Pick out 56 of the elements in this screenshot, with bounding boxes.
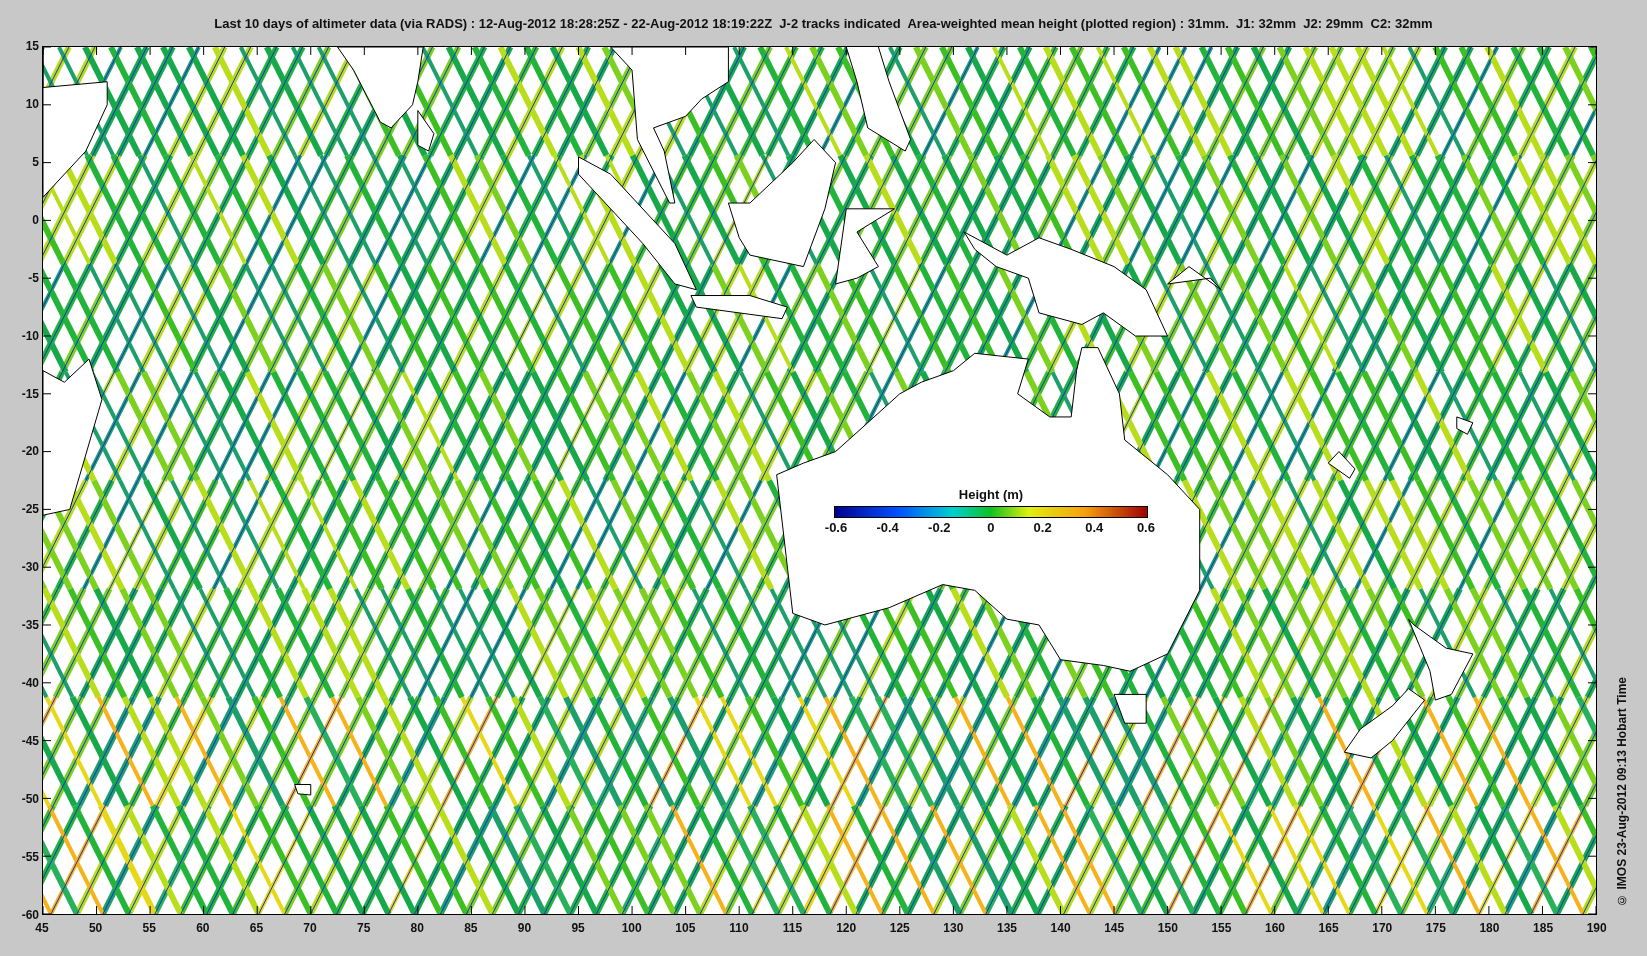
latitude-tick-label: -20 [20, 444, 39, 459]
latitude-tick-label: -5 [27, 270, 39, 285]
latitude-tick-label: -55 [20, 849, 39, 864]
longitude-tick-label: 85 [463, 921, 479, 935]
colorbar-tick-label: -0.2 [927, 521, 952, 535]
latitude-tick-label: -25 [20, 502, 39, 517]
longitude-tick-label: 125 [888, 921, 911, 935]
latitude-tick-label: -15 [20, 386, 39, 401]
longitude-tick-label: 150 [1156, 921, 1179, 935]
longitude-tick-label: 185 [1532, 921, 1555, 935]
colorbar-tick-label: 0.4 [1084, 521, 1105, 535]
latitude-tick-label: 0 [31, 212, 39, 227]
longitude-tick-label: 60 [195, 921, 211, 935]
latitude-tick-label: -45 [20, 734, 39, 749]
plot-title: Last 10 days of altimeter data (via RADS) : 12-Aug-2012 18:28:25Z - 22-Aug-2012 18:19:22Z J-2 tracks indicated Area-weighted mean height (plotted region) : 31mm. J1: 32mm J2: 29mm C2: 32mm [214, 15, 1433, 31]
longitude-tick-label: 130 [942, 921, 965, 935]
latitude-tick-label: -60 [20, 907, 39, 922]
longitude-tick-label: 95 [570, 921, 586, 935]
latitude-tick-label: -40 [20, 676, 39, 691]
longitude-tick-label: 175 [1424, 921, 1447, 935]
copyright-note: © IMOS 23-Aug-2012 09:13 Hobart Time [1615, 677, 1629, 907]
longitude-tick-label: 180 [1478, 921, 1501, 935]
longitude-tick-label: 140 [1049, 921, 1072, 935]
longitude-tick-label: 55 [141, 921, 157, 935]
colorbar-tick-label: 0.6 [1135, 521, 1156, 535]
longitude-tick-label: 160 [1264, 921, 1287, 935]
colorbar-tick-label: 0 [986, 521, 996, 535]
longitude-tick-label: 80 [409, 921, 425, 935]
longitude-tick-label: 115 [781, 921, 804, 935]
longitude-tick-label: 135 [995, 921, 1018, 935]
colorbar-title: Height (m) [958, 487, 1024, 502]
longitude-tick-label: 100 [620, 921, 643, 935]
latitude-tick-label: 10 [24, 96, 39, 111]
longitude-tick-label: 190 [1585, 921, 1608, 935]
colorbar-tick-label: 0.2 [1032, 521, 1053, 535]
longitude-tick-label: 65 [248, 921, 265, 935]
latitude-tick-label: -50 [20, 792, 39, 806]
longitude-tick-label: 105 [674, 921, 697, 935]
longitude-tick-label: 75 [355, 921, 372, 935]
longitude-tick-label: 45 [34, 921, 50, 935]
latitude-tick-label: -35 [20, 618, 39, 633]
longitude-tick-label: 50 [87, 921, 104, 935]
colorbar-tick-label: -0.6 [823, 521, 849, 535]
latitude-tick-label: -30 [20, 560, 39, 575]
longitude-tick-label: 165 [1317, 921, 1340, 935]
longitude-tick-label: 120 [835, 921, 858, 935]
latitude-tick-label: -10 [20, 328, 39, 343]
longitude-tick-label: 70 [302, 921, 318, 935]
longitude-tick-label: 170 [1371, 921, 1394, 935]
latitude-tick-label: 5 [31, 154, 39, 169]
longitude-tick-label: 110 [728, 921, 750, 935]
longitude-tick-label: 155 [1210, 921, 1233, 935]
colorbar-tick-label: -0.4 [875, 521, 900, 535]
longitude-tick-label: 145 [1103, 921, 1126, 935]
latitude-tick-label: 15 [24, 39, 39, 53]
longitude-tick-label: 90 [516, 921, 533, 935]
